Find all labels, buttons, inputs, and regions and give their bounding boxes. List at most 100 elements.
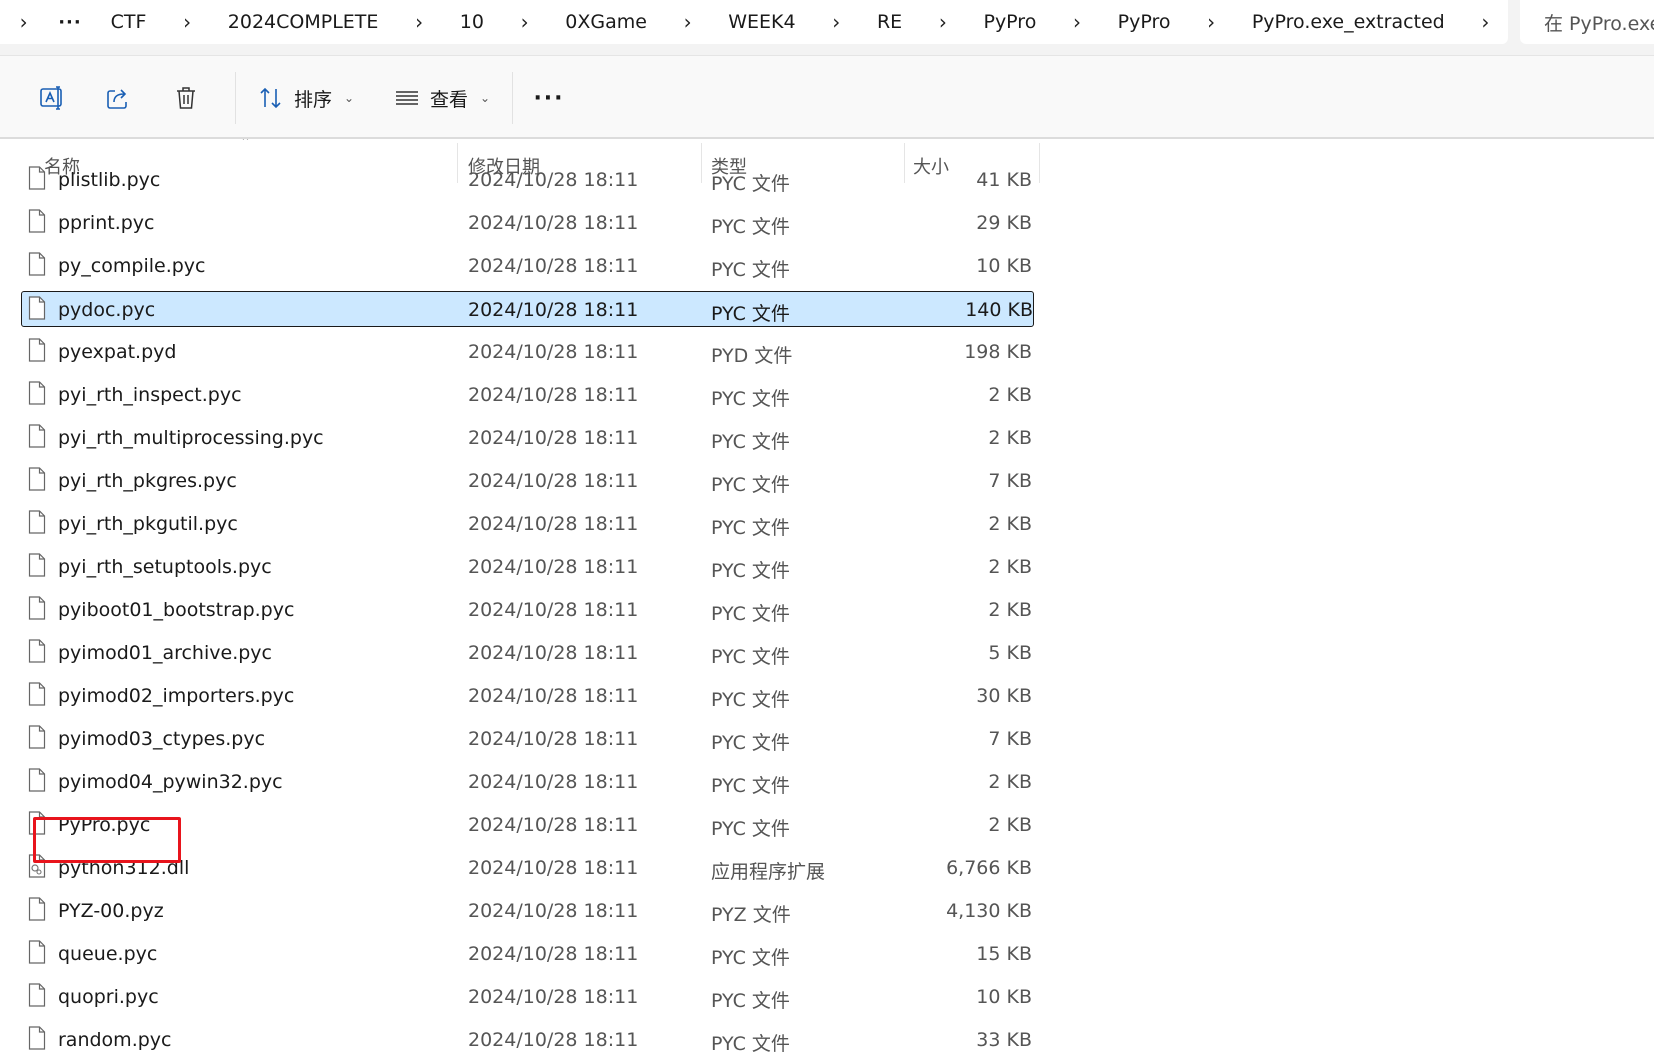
file-icon <box>28 209 46 233</box>
file-row[interactable]: pyimod04_pywin32.pyc 2024/10/28 18:11 PYC … <box>22 764 1032 800</box>
breadcrumb-item-pypro[interactable]: PyPro <box>965 11 1054 33</box>
file-row[interactable]: plistlib.pyc 2024/10/28 18:11 PYC 文件 41 KB <box>22 162 1032 198</box>
file-name: pydoc.pyc <box>58 299 156 321</box>
breadcrumb-item-ctf[interactable]: CTF <box>93 11 165 33</box>
view-button[interactable]: 查看 ⌄ <box>394 76 490 120</box>
file-size: 5 KB <box>988 642 1032 664</box>
expand-chevron-icon[interactable]: › <box>0 10 47 34</box>
breadcrumb-item-pypro-2[interactable]: PyPro <box>1100 11 1189 33</box>
breadcrumb-item-week4[interactable]: WEEK4 <box>710 11 813 33</box>
file-size: 140 KB <box>965 299 1033 321</box>
see-more-button[interactable]: ··· <box>527 76 571 120</box>
file-size: 33 KB <box>976 1029 1032 1051</box>
file-row[interactable]: random.pyc 2024/10/28 18:11 PYC 文件 33 KB <box>22 1022 1032 1058</box>
file-icon <box>28 983 46 1007</box>
chevron-right-icon[interactable]: › <box>1054 10 1099 34</box>
breadcrumb-item-2024complete[interactable]: 2024COMPLETE <box>210 11 397 33</box>
file-row[interactable]: pprint.pyc 2024/10/28 18:11 PYC 文件 29 KB <box>22 205 1032 241</box>
file-row[interactable]: py_compile.pyc 2024/10/28 18:11 PYC 文件 10 K… <box>22 248 1032 284</box>
file-row[interactable]: quopri.pyc 2024/10/28 18:11 PYC 文件 10 KB <box>22 979 1032 1015</box>
file-date: 2024/10/28 18:11 <box>468 857 639 879</box>
more-icon: ··· <box>533 85 565 111</box>
file-row[interactable]: pyi_rth_multiprocessing.pyc 2024/10/28 18… <box>22 420 1032 456</box>
file-size: 29 KB <box>976 212 1032 234</box>
chevron-right-icon[interactable]: › <box>164 10 209 34</box>
chevron-down-icon: ⌄ <box>480 91 491 105</box>
file-date: 2024/10/28 18:11 <box>468 255 639 277</box>
file-list: ⌃ 名称 修改日期 类型 大小 plistlib.pyc 2024/10/28 1… <box>0 139 1654 1060</box>
file-icon <box>28 381 46 405</box>
file-name: pyi_rth_pkgres.pyc <box>58 470 237 492</box>
delete-button[interactable] <box>164 76 208 120</box>
file-name: pyi_rth_multiprocessing.pyc <box>58 427 324 449</box>
breadcrumb-item-re[interactable]: RE <box>859 11 920 33</box>
search-input[interactable]: 在 PyPro.exe_extracted 中搜索 <box>1520 0 1654 44</box>
file-type: 应用程序扩展 <box>711 861 826 883</box>
file-row[interactable]: pyi_rth_pkgres.pyc 2024/10/28 18:11 PYC 文件… <box>22 463 1032 499</box>
file-type: PYC 文件 <box>711 259 790 281</box>
chevron-right-icon[interactable]: › <box>1189 10 1234 34</box>
breadcrumb-item-pypro-exe-extracted[interactable]: PyPro.exe_extracted <box>1234 11 1463 33</box>
file-icon <box>28 553 46 577</box>
file-row[interactable]: pyiboot01_bootstrap.pyc 2024/10/28 18:11 P… <box>22 592 1032 628</box>
file-icon <box>28 768 46 792</box>
chevron-right-icon[interactable]: › <box>396 10 441 34</box>
chevron-right-icon[interactable]: › <box>1463 10 1508 34</box>
file-row[interactable]: python312.dll 2024/10/28 18:11 应用程序扩展 6,766… <box>22 850 1032 886</box>
file-type: PYC 文件 <box>711 990 790 1012</box>
file-row[interactable]: pydoc.pyc 2024/10/28 18:11 PYC 文件 140 KB <box>21 291 1034 327</box>
file-icon <box>28 510 46 534</box>
file-row[interactable]: pyimod01_archive.pyc 2024/10/28 18:11 PYC … <box>22 635 1032 671</box>
file-type: PYC 文件 <box>711 388 790 410</box>
file-date: 2024/10/28 18:11 <box>468 900 639 922</box>
chevron-right-icon[interactable]: › <box>814 10 859 34</box>
file-type: PYC 文件 <box>711 560 790 582</box>
file-name: queue.pyc <box>58 943 158 965</box>
rename-button[interactable] <box>30 76 74 120</box>
breadcrumb[interactable]: › ··· CTF › 2024COMPLETE › 10 › 0XGame ›… <box>0 0 1508 44</box>
file-size: 2 KB <box>988 599 1032 621</box>
chevron-right-icon[interactable]: › <box>502 10 547 34</box>
file-size: 2 KB <box>988 771 1032 793</box>
file-name: pyimod03_ctypes.pyc <box>58 728 266 750</box>
file-icon <box>28 725 46 749</box>
chevron-right-icon[interactable]: › <box>920 10 965 34</box>
breadcrumb-item-0xgame[interactable]: 0XGame <box>547 11 665 33</box>
file-row[interactable]: pyi_rth_setuptools.pyc 2024/10/28 18:11 PY… <box>22 549 1032 585</box>
breadcrumb-item-10[interactable]: 10 <box>442 11 502 33</box>
file-name: pyexpat.pyd <box>58 341 177 363</box>
file-row[interactable]: pyi_rth_pkgutil.pyc 2024/10/28 18:11 PYC 文… <box>22 506 1032 542</box>
file-icon <box>28 467 46 491</box>
file-name: PyPro.pyc <box>58 814 151 836</box>
file-row[interactable]: PYZ-00.pyz 2024/10/28 18:11 PYZ 文件 4,130 KB <box>22 893 1032 929</box>
file-type: PYC 文件 <box>711 818 790 840</box>
file-type: PYD 文件 <box>711 345 793 367</box>
file-size: 2 KB <box>988 814 1032 836</box>
file-type: PYC 文件 <box>711 947 790 969</box>
chevron-right-icon[interactable]: › <box>665 10 710 34</box>
file-row[interactable]: pyexpat.pyd 2024/10/28 18:11 PYD 文件 198 KB <box>22 334 1032 370</box>
share-button[interactable] <box>96 76 140 120</box>
more-crumbs-button[interactable]: ··· <box>47 12 92 33</box>
file-size: 4,130 KB <box>946 900 1032 922</box>
file-icon <box>28 639 46 663</box>
file-name: random.pyc <box>58 1029 172 1051</box>
file-size: 15 KB <box>976 943 1032 965</box>
file-date: 2024/10/28 18:11 <box>468 728 639 750</box>
file-row[interactable]: PyPro.pyc 2024/10/28 18:11 PYC 文件 2 KB <box>22 807 1032 843</box>
file-row[interactable]: pyimod02_importers.pyc 2024/10/28 18:11 PY… <box>22 678 1032 714</box>
file-date: 2024/10/28 18:11 <box>468 642 639 664</box>
file-type: PYC 文件 <box>711 646 790 668</box>
column-divider[interactable] <box>1039 143 1040 183</box>
sort-button[interactable]: 排序 ⌄ <box>258 76 354 120</box>
file-size: 2 KB <box>988 427 1032 449</box>
file-row[interactable]: pyimod03_ctypes.pyc 2024/10/28 18:11 PYC 文… <box>22 721 1032 757</box>
file-type: PYC 文件 <box>711 474 790 496</box>
file-size: 7 KB <box>988 728 1032 750</box>
address-bar-row: › ··· CTF › 2024COMPLETE › 10 › 0XGame ›… <box>0 0 1654 56</box>
file-type: PYC 文件 <box>711 517 790 539</box>
file-row[interactable]: pyi_rth_inspect.pyc 2024/10/28 18:11 PYC 文… <box>22 377 1032 413</box>
rename-icon <box>40 86 62 110</box>
share-icon <box>107 89 127 109</box>
file-row[interactable]: queue.pyc 2024/10/28 18:11 PYC 文件 15 KB <box>22 936 1032 972</box>
